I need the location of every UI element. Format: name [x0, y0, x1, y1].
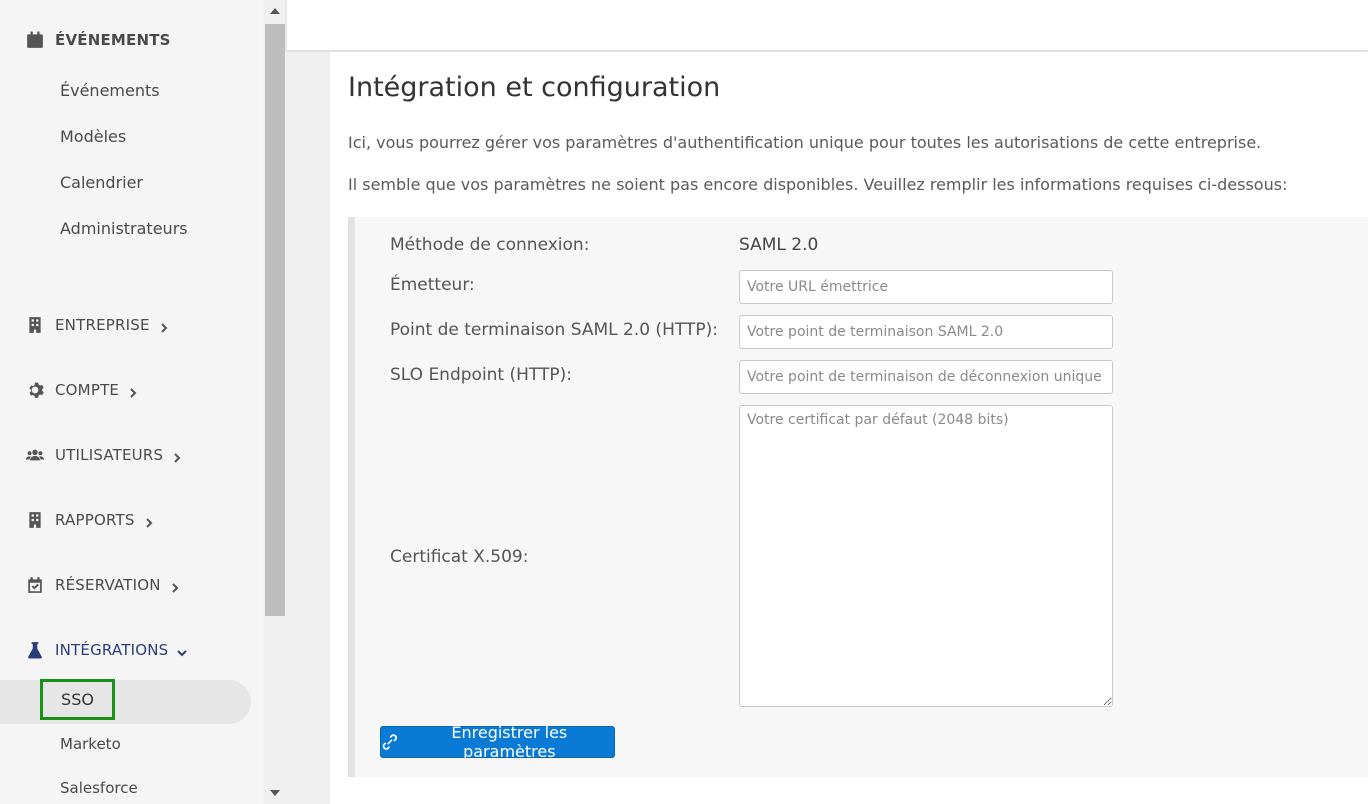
sidebar-section-label: COMPTE: [55, 381, 120, 399]
chevron-right-icon: [169, 579, 181, 593]
flask-icon: [24, 639, 46, 661]
page-title: Intégration et configuration: [348, 72, 721, 103]
users-icon: [24, 444, 46, 466]
calendar-check-icon: [24, 574, 46, 596]
page-notice: Il semble que vos paramètres ne soient p…: [348, 175, 1288, 194]
sidebar-scrollbar[interactable]: [263, 0, 287, 804]
page-description: Ici, vous pourrez gérer vos paramètres d…: [348, 133, 1262, 152]
slo-endpoint-label: SLO Endpoint (HTTP):: [390, 365, 573, 385]
scroll-down-button[interactable]: [263, 782, 287, 804]
sidebar-item-modeles[interactable]: Modèles: [60, 127, 126, 146]
chevron-right-icon: [127, 384, 139, 398]
method-value: SAML 2.0: [739, 235, 819, 255]
chevron-down-icon: [176, 644, 188, 657]
gear-icon: [24, 379, 46, 401]
sidebar-section-integrations[interactable]: INTÉGRATIONS: [24, 638, 188, 662]
calendar-icon: [24, 29, 46, 51]
sidebar-item-salesforce[interactable]: Salesforce: [60, 779, 138, 797]
issuer-label: Émetteur:: [390, 275, 475, 295]
sidebar-section-rapports[interactable]: RAPPORTS: [24, 508, 155, 532]
top-bar: [287, 0, 1368, 50]
sidebar-section-label: RAPPORTS: [55, 511, 135, 529]
slo-endpoint-input[interactable]: [739, 360, 1113, 394]
arrow-down-icon: [270, 790, 280, 796]
sidebar-item-sso[interactable]: SSO: [40, 679, 115, 720]
sidebar-item-administrateurs[interactable]: Administrateurs: [60, 219, 188, 238]
save-settings-label: Enregistrer les paramètres: [451, 723, 568, 761]
building-icon: [24, 509, 46, 531]
sidebar-item-active-background: [0, 680, 251, 724]
sidebar-section-reservation[interactable]: RÉSERVATION: [24, 573, 181, 597]
chevron-right-icon: [171, 449, 183, 463]
saml-endpoint-input[interactable]: [739, 315, 1113, 349]
certificate-textarea[interactable]: [739, 405, 1113, 707]
save-settings-button[interactable]: Enregistrer les paramètres: [380, 723, 615, 761]
sidebar-section-label: ÉVÉNEMENTS: [55, 31, 171, 49]
certificate-label: Certificat X.509:: [390, 547, 529, 567]
sidebar-section-entreprise[interactable]: ENTREPRISE: [24, 313, 170, 337]
method-label: Méthode de connexion:: [390, 235, 590, 255]
chevron-right-icon: [143, 514, 155, 528]
sidebar-section-label: INTÉGRATIONS: [55, 641, 169, 659]
sidebar-section-events[interactable]: ÉVÉNEMENTS: [24, 28, 171, 52]
sidebar-item-marketo[interactable]: Marketo: [60, 735, 121, 753]
issuer-input[interactable]: [739, 270, 1113, 304]
sidebar-item-calendrier[interactable]: Calendrier: [60, 173, 143, 192]
sidebar-section-label: RÉSERVATION: [55, 576, 161, 594]
sidebar: ÉVÉNEMENTS Événements Modèles Calendrier…: [0, 0, 263, 804]
building-icon: [24, 314, 46, 336]
sidebar-item-evenements[interactable]: Événements: [60, 81, 160, 100]
link-icon: [382, 734, 398, 750]
scroll-up-button[interactable]: [263, 0, 287, 22]
sidebar-section-compte[interactable]: COMPTE: [24, 378, 139, 402]
sidebar-section-utilisateurs[interactable]: UTILISATEURS: [24, 443, 183, 467]
chevron-right-icon: [158, 319, 170, 333]
saml-endpoint-label: Point de terminaison SAML 2.0 (HTTP):: [390, 320, 718, 340]
scroll-thumb[interactable]: [265, 24, 285, 616]
sidebar-section-label: UTILISATEURS: [55, 446, 164, 464]
arrow-up-icon: [270, 8, 280, 14]
sidebar-section-label: ENTREPRISE: [55, 316, 150, 334]
